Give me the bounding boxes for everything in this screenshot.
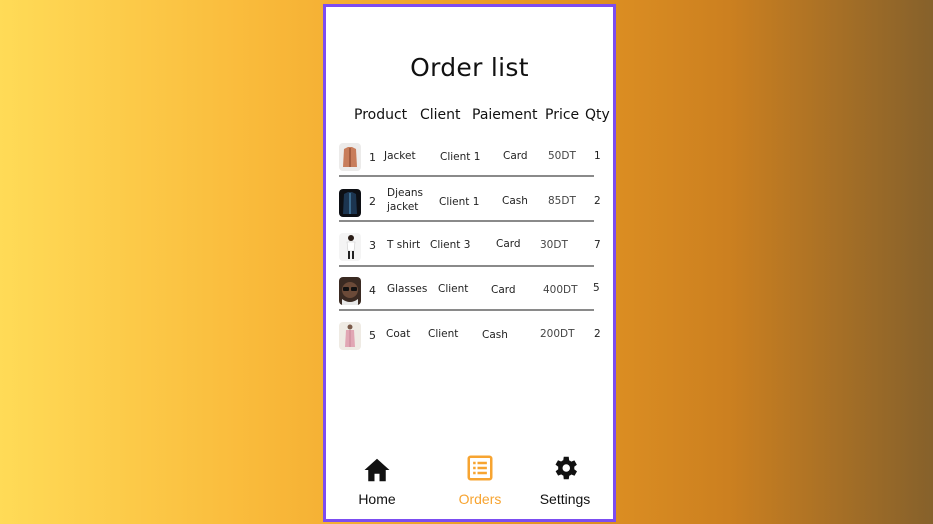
- payment-method: Cash: [502, 195, 528, 207]
- phone-frame: Order list Product Client Paiement Price…: [323, 4, 616, 522]
- home-icon: [364, 458, 390, 482]
- quantity: 2: [594, 328, 601, 340]
- price: 400DT: [543, 284, 578, 296]
- tshirt-image: [339, 233, 361, 261]
- product-thumbnail: [339, 143, 361, 171]
- gear-icon: [555, 456, 577, 480]
- payment-method: Card: [496, 238, 521, 250]
- table-row[interactable]: 4 Glasses Client Card 400DT 5: [326, 270, 613, 314]
- client-name: Client 1: [440, 151, 481, 163]
- product-thumbnail: [339, 189, 361, 217]
- quantity: 1: [594, 150, 601, 162]
- row-index: 3: [369, 239, 376, 252]
- denim-jacket-image: [339, 189, 361, 217]
- quantity: 5: [593, 282, 600, 294]
- price: 30DT: [540, 239, 568, 251]
- list-icon: [467, 455, 493, 481]
- column-header-price: Price: [545, 107, 580, 123]
- page-title: Order list: [410, 53, 529, 82]
- table-header: Product Client Paiement Price Qty: [326, 107, 613, 127]
- product-thumbnail: [339, 277, 361, 305]
- column-header-payment: Paiement: [472, 107, 538, 123]
- product-name-line1: Djeans: [387, 187, 424, 199]
- row-divider: [339, 175, 594, 177]
- quantity: 7: [594, 239, 601, 251]
- nav-label-home: Home: [358, 491, 396, 507]
- row-index: 5: [369, 329, 376, 342]
- price: 85DT: [548, 195, 576, 207]
- bottom-navigation: Home Orders Settings: [326, 449, 613, 519]
- quantity: 2: [594, 195, 601, 207]
- client-name: Client 3: [430, 239, 471, 251]
- product-name: Glasses: [387, 283, 428, 295]
- payment-method: Cash: [482, 329, 508, 341]
- product-name-line2: jacket: [387, 201, 419, 213]
- table-row[interactable]: 3 T shirt Client 3 Card 30DT 7: [326, 226, 613, 270]
- glasses-image: [339, 277, 361, 305]
- payment-method: Card: [491, 284, 516, 296]
- price: 50DT: [548, 150, 576, 162]
- row-divider: [339, 220, 594, 222]
- nav-label-orders: Orders: [458, 491, 502, 507]
- product-thumbnail: [339, 322, 361, 350]
- payment-method: Card: [503, 150, 528, 162]
- client-name: Client: [428, 328, 459, 340]
- nav-label-settings: Settings: [539, 491, 591, 507]
- row-divider: [339, 265, 594, 267]
- row-index: 1: [369, 151, 376, 164]
- row-index: 2: [369, 195, 376, 208]
- product-name: T shirt: [387, 239, 421, 251]
- product-name: Coat: [386, 328, 411, 340]
- product-thumbnail: [339, 233, 361, 261]
- product-name: Jacket: [384, 150, 416, 162]
- coat-image: [339, 322, 361, 350]
- row-index: 4: [369, 284, 376, 297]
- column-header-qty: Qty: [585, 107, 610, 123]
- table-row[interactable]: 5 Coat Client Cash 200DT 2: [326, 315, 613, 359]
- column-header-client: Client: [420, 107, 461, 123]
- client-name: Client: [438, 283, 469, 295]
- jacket-image: [339, 143, 361, 171]
- row-divider: [339, 309, 594, 311]
- table-row[interactable]: 2 Djeans jacket Client 1 Cash 85DT 2: [326, 181, 613, 225]
- column-header-product: Product: [354, 107, 408, 123]
- client-name: Client 1: [439, 196, 480, 208]
- price: 200DT: [540, 328, 575, 340]
